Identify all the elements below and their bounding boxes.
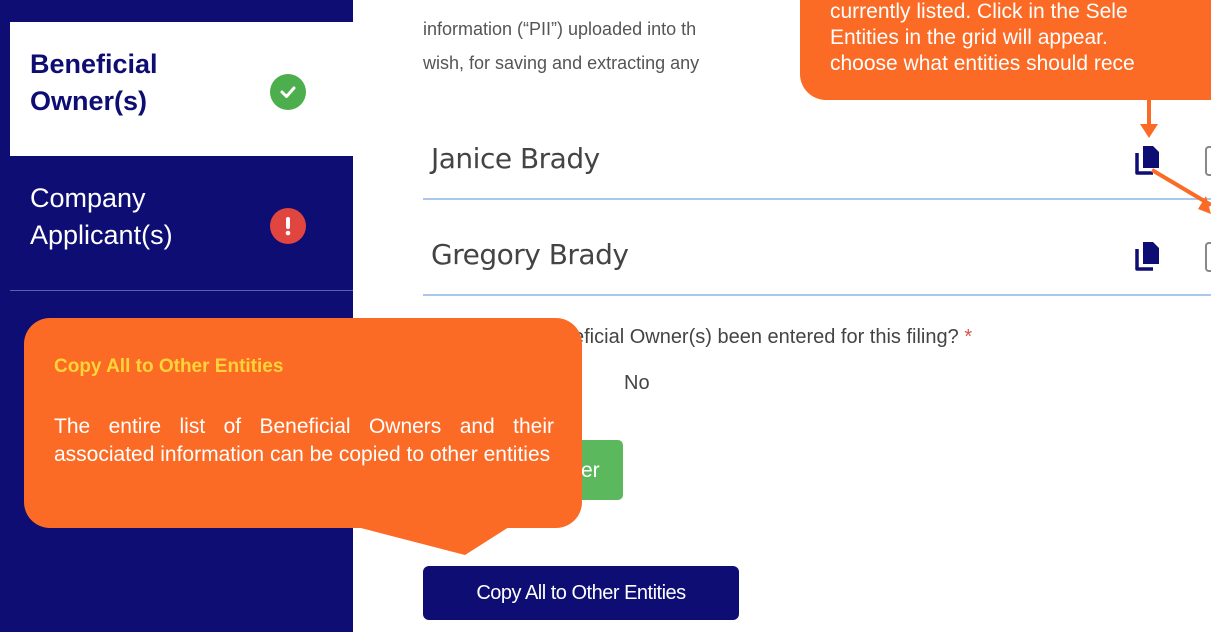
tooltip-callout-left: Copy All to Other Entities The entire li…: [24, 318, 582, 528]
callout-title: Copy All to Other Entities: [54, 356, 284, 377]
required-mark: *: [964, 326, 973, 348]
sidebar-item-label: Company Applicant(s): [30, 180, 173, 254]
edit-icon[interactable]: [1205, 242, 1211, 272]
copy-all-button[interactable]: Copy All to Other Entities: [423, 566, 739, 620]
sidebar-label-line-2: Owner(s): [30, 86, 148, 116]
sidebar: Beneficial Owner(s) Company Applicant(s): [0, 0, 353, 632]
edit-icon[interactable]: [1205, 146, 1211, 176]
add-owner-button-label: er: [581, 459, 600, 482]
answer-option-no[interactable]: No: [624, 372, 650, 395]
check-icon: [270, 74, 306, 110]
owner-name: Gregory Brady: [431, 238, 629, 271]
list-item: Gregory Brady: [423, 220, 1211, 296]
owner-name: Janice Brady: [431, 142, 600, 175]
copy-icon[interactable]: [1133, 240, 1163, 272]
list-item: Janice Brady: [423, 124, 1211, 200]
callout-line-2: Entities in the grid will appear.: [830, 26, 1108, 49]
tooltip-callout-top: currently listed. Click in the Sele Enti…: [800, 0, 1211, 100]
sidebar-item-label: Beneficial Owner(s): [30, 46, 158, 120]
copy-icon[interactable]: [1133, 144, 1163, 176]
sidebar-label-line-1: Company: [30, 183, 146, 213]
sidebar-label-line-2: Applicant(s): [30, 220, 173, 250]
sidebar-divider: [10, 290, 353, 291]
callout-body: The entire list of Beneficial Owners and…: [54, 415, 554, 466]
exclamation-icon: [270, 208, 306, 244]
sidebar-label-line-1: Beneficial: [30, 49, 158, 79]
question-text: eficial Owner(s) been entered for this f…: [573, 326, 959, 348]
callout-line-3: choose what entities should rece: [830, 52, 1135, 75]
sidebar-item-beneficial-owners[interactable]: Beneficial Owner(s): [10, 22, 353, 156]
filing-question: eficial Owner(s) been entered for this f…: [573, 326, 972, 349]
callout-line-1: currently listed. Click in the Sele: [830, 0, 1128, 23]
sidebar-item-company-applicants[interactable]: Company Applicant(s): [10, 156, 353, 290]
